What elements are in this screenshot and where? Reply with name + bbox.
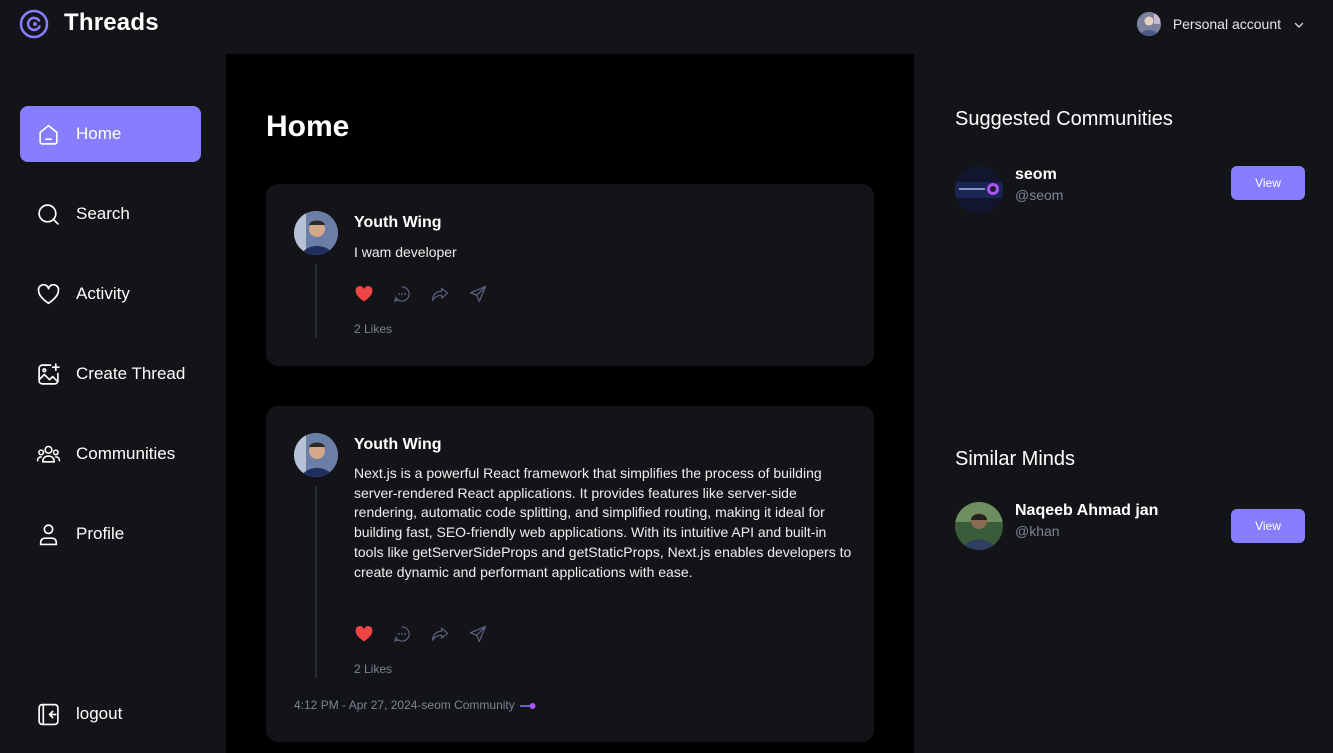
account-switcher[interactable]: Personal account: [1136, 12, 1305, 36]
users-icon: [36, 442, 61, 467]
thread-author[interactable]: Youth Wing: [354, 214, 442, 232]
thread-line: [315, 486, 317, 678]
topbar: Threads Personal account: [0, 0, 1333, 54]
sidebar-item-label: Create Thread: [76, 364, 186, 383]
sidebar-item-label: Communities: [76, 444, 176, 463]
sidebar-item-communities[interactable]: Communities: [20, 426, 201, 482]
thread-content: Next.js is a powerful React framework th…: [354, 465, 852, 580]
repost-icon[interactable]: [430, 624, 450, 644]
user-icon: [36, 522, 61, 547]
thread-actions: [354, 624, 488, 644]
avatar[interactable]: [294, 211, 338, 255]
sidebar-item-label: Profile: [76, 524, 125, 543]
heart-icon: [36, 282, 61, 307]
logout-icon: [36, 702, 61, 727]
sidebar-item-label: Activity: [76, 284, 130, 303]
sidebar-item-search[interactable]: Search: [20, 186, 201, 242]
user-avatar[interactable]: [955, 502, 1003, 550]
avatar[interactable]: [294, 433, 338, 477]
page-title: Home: [266, 110, 350, 143]
logout-button[interactable]: logout: [20, 686, 201, 742]
thread-actions: [354, 284, 488, 304]
user-handle: @khan: [1015, 523, 1060, 539]
community-row: seom @seom View: [955, 166, 1305, 214]
reply-icon[interactable]: [392, 284, 412, 304]
thread-line: [315, 264, 317, 338]
community-handle: @seom: [1015, 187, 1064, 203]
right-sidebar: Suggested Communities seom @seom View Si…: [914, 54, 1333, 753]
search-icon: [36, 202, 61, 227]
sidebar-item-home[interactable]: Home: [20, 106, 201, 162]
suggested-communities-title: Suggested Communities: [955, 108, 1173, 130]
thread-card: Youth Wing Next.js is a powerful React f…: [266, 406, 874, 742]
threads-logo-icon[interactable]: [18, 8, 50, 40]
reply-icon[interactable]: [392, 624, 412, 644]
community-icon: [519, 700, 536, 710]
likes-count[interactable]: 2 Likes: [354, 662, 392, 676]
user-row: Naqeeb Ahmad jan @khan View: [955, 502, 1305, 550]
sidebar-item-activity[interactable]: Activity: [20, 266, 201, 322]
repost-icon[interactable]: [430, 284, 450, 304]
sidebar-item-label: Home: [76, 124, 122, 143]
heart-filled-icon[interactable]: [354, 284, 374, 304]
logout-label: logout: [76, 704, 123, 723]
thread-meta[interactable]: 4:12 PM - Apr 27, 2024-seom Community: [294, 698, 536, 712]
home-icon: [36, 122, 61, 147]
account-label: Personal account: [1172, 16, 1281, 32]
similar-minds-title: Similar Minds: [955, 448, 1076, 470]
view-user-button[interactable]: View: [1231, 509, 1305, 543]
chevron-down-icon: [1293, 18, 1305, 30]
likes-count[interactable]: 2 Likes: [354, 322, 392, 336]
view-community-button[interactable]: View: [1231, 166, 1305, 200]
sidebar-item-label: Search: [76, 204, 130, 223]
send-icon[interactable]: [468, 284, 488, 304]
thread-author[interactable]: Youth Wing: [354, 436, 442, 454]
left-sidebar: Home Search Activity Create Thread Commu…: [0, 54, 226, 753]
sidebar-item-profile[interactable]: Profile: [20, 506, 201, 562]
thread-card: Youth Wing I wam developer 2 Likes: [266, 184, 874, 366]
thread-meta-text: 4:12 PM - Apr 27, 2024-seom Community: [294, 698, 515, 712]
brand-name: Threads: [64, 9, 159, 36]
community-image[interactable]: [955, 166, 1003, 214]
heart-filled-icon[interactable]: [354, 624, 374, 644]
send-icon[interactable]: [468, 624, 488, 644]
sidebar-item-create-thread[interactable]: Create Thread: [20, 346, 201, 402]
main-feed: Home Youth Wing I wam developer 2 Likes …: [226, 54, 914, 753]
thread-content: I wam developer: [354, 244, 457, 260]
user-name[interactable]: Naqeeb Ahmad jan: [1015, 502, 1158, 520]
account-avatar: [1136, 12, 1161, 36]
community-name[interactable]: seom: [1015, 166, 1057, 184]
image-plus-icon: [36, 362, 61, 387]
